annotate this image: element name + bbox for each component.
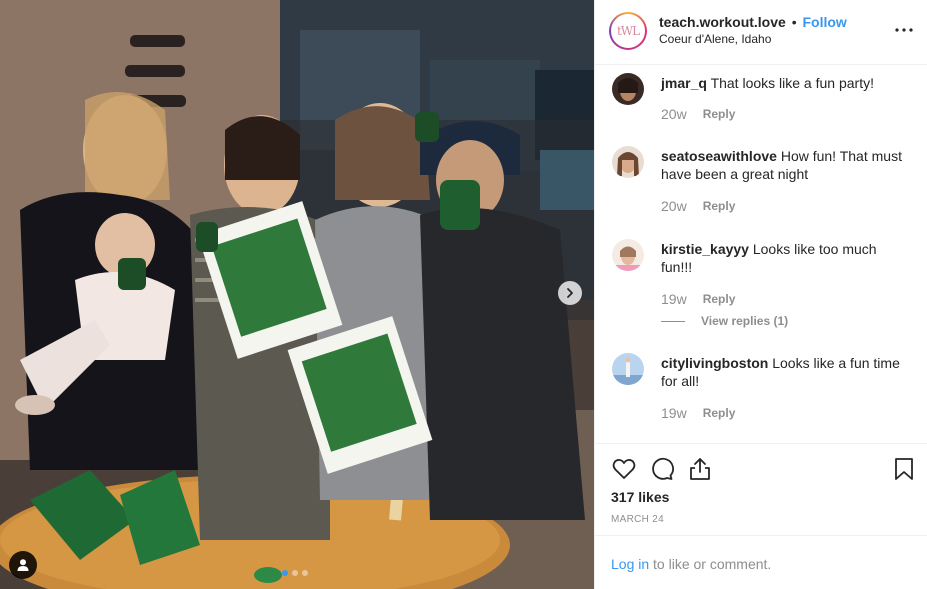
comment-text: seatoseawithlove How fun! That must have…: [661, 147, 911, 183]
comment-meta: 20w Reply: [661, 106, 735, 122]
share-icon: [690, 458, 710, 480]
author-avatar[interactable]: tWL: [609, 12, 647, 50]
login-prompt-text: Log in to like or comment.: [611, 556, 771, 572]
commenter-avatar[interactable]: [612, 239, 644, 271]
carousel-dot: [302, 570, 308, 576]
comment-time: 19w: [661, 405, 687, 421]
comment-text: kirstie_kayyy Looks like too much fun!!!: [661, 240, 911, 276]
post-photo[interactable]: [0, 0, 594, 589]
replies-divider: [661, 320, 685, 322]
avatar-image: [612, 239, 644, 271]
comment-meta: 19w Reply: [661, 405, 735, 421]
reply-button[interactable]: Reply: [703, 406, 736, 420]
comment-username[interactable]: seatoseawithlove: [661, 148, 777, 164]
comment-username[interactable]: citylivingboston: [661, 355, 768, 371]
more-options-button[interactable]: [892, 20, 916, 40]
carousel-next-button[interactable]: [558, 281, 582, 305]
carousel-dot: [282, 570, 288, 576]
comment-text: jmar_q That looks like a fun party!: [661, 74, 911, 92]
heart-icon: [612, 459, 636, 479]
post-date: MARCH 24: [611, 514, 664, 525]
reply-button[interactable]: Reply: [703, 199, 736, 213]
comment-text: citylivingboston Looks like a fun time f…: [661, 354, 911, 390]
like-button[interactable]: [611, 456, 637, 482]
comment-button[interactable]: [649, 456, 675, 482]
comment-time: 20w: [661, 198, 687, 214]
carousel-indicator: [282, 570, 308, 576]
more-options-icon: [895, 28, 913, 32]
avatar-monogram: tWL: [616, 24, 640, 38]
comment-meta: 20w Reply: [661, 198, 735, 214]
bookmark-icon: [895, 458, 913, 480]
follow-button[interactable]: Follow: [803, 14, 847, 30]
author-line: teach.workout.love • Follow: [659, 14, 847, 30]
login-prompt: Log in to like or comment.: [595, 535, 927, 589]
carousel-dot: [292, 570, 298, 576]
author-avatar-image: tWL: [611, 14, 645, 48]
comment-time: 20w: [661, 106, 687, 122]
likes-count[interactable]: 317 likes: [611, 489, 669, 505]
commenter-avatar[interactable]: [612, 146, 644, 178]
save-button[interactable]: [891, 456, 917, 482]
instagram-post: tWL teach.workout.love • Follow Coeur d'…: [0, 0, 927, 589]
login-link[interactable]: Log in: [611, 556, 649, 572]
reply-button[interactable]: Reply: [703, 292, 736, 306]
view-replies-button[interactable]: View replies (1): [661, 314, 788, 328]
comment-body: That looks like a fun party!: [710, 75, 874, 91]
commenter-avatar[interactable]: [612, 353, 644, 385]
author-username[interactable]: teach.workout.love: [659, 14, 786, 30]
avatar-image: [612, 146, 644, 178]
separator-dot: •: [791, 14, 797, 30]
share-button[interactable]: [687, 456, 713, 482]
comment-username[interactable]: jmar_q: [661, 75, 707, 91]
person-icon: [17, 559, 29, 571]
comment-time: 19w: [661, 291, 687, 307]
comment-username[interactable]: kirstie_kayyy: [661, 241, 749, 257]
comments-list[interactable]: jmar_q That looks like a fun party! 20w …: [595, 66, 927, 442]
post-actions: 317 likes MARCH 24: [595, 443, 927, 535]
post-side-panel: tWL teach.workout.love • Follow Coeur d'…: [594, 0, 927, 589]
comment-icon: [652, 457, 674, 480]
photo-image: [0, 0, 594, 589]
chevron-right-icon: [567, 288, 573, 298]
post-header: tWL teach.workout.love • Follow Coeur d'…: [595, 0, 927, 65]
commenter-avatar[interactable]: [612, 73, 644, 105]
avatar-image: [612, 353, 644, 385]
post-location[interactable]: Coeur d'Alene, Idaho: [659, 32, 771, 46]
comment-meta: 19w Reply: [661, 291, 735, 307]
tagged-users-button[interactable]: [9, 551, 37, 579]
view-replies-label: View replies (1): [701, 314, 789, 328]
reply-button[interactable]: Reply: [703, 107, 736, 121]
login-prompt-suffix: to like or comment.: [649, 556, 772, 572]
avatar-image: [612, 73, 644, 105]
